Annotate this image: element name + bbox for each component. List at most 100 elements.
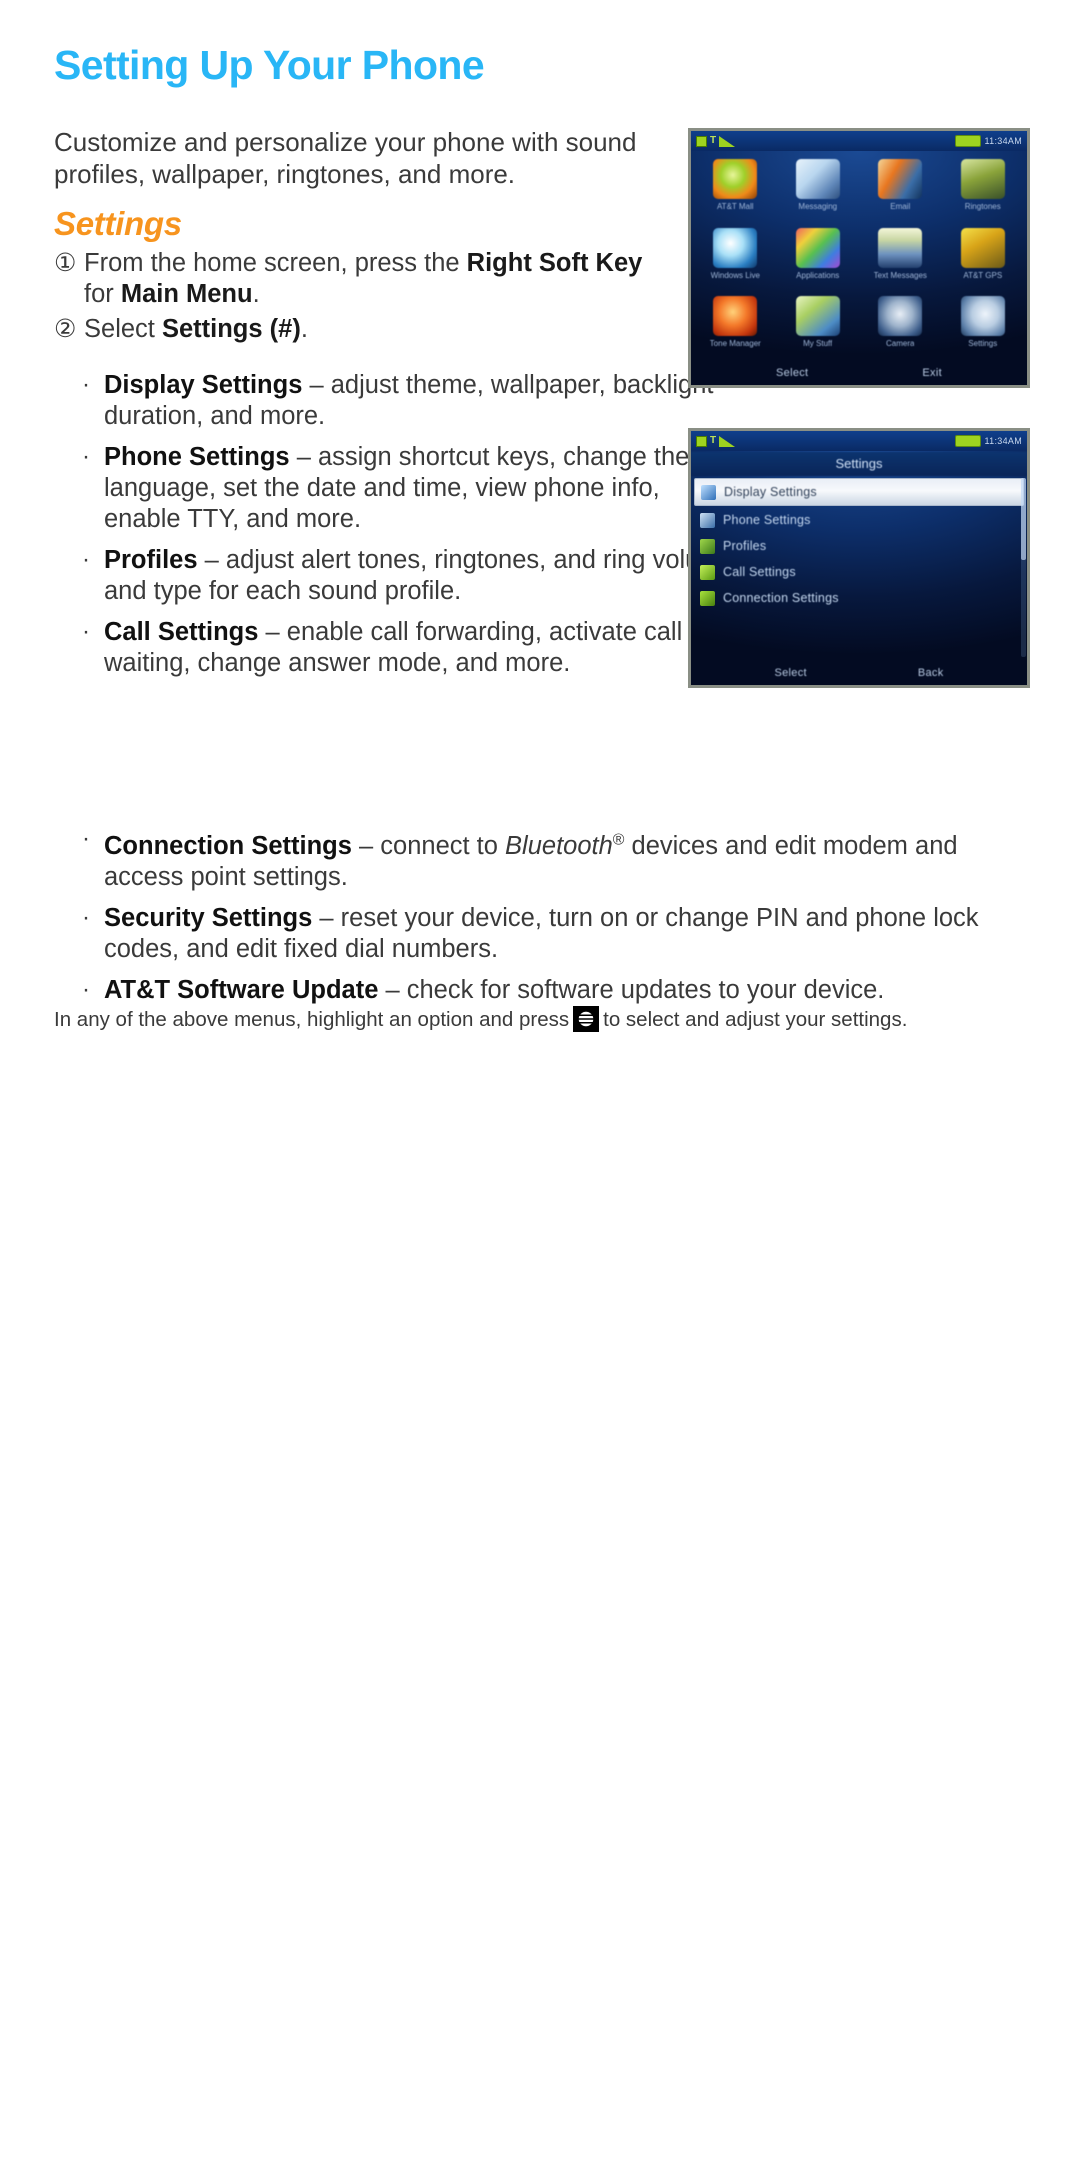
settings-row-label: Call Settings [723, 565, 796, 579]
tile-icon [795, 227, 840, 268]
step-item: ① From the home screen, press the Right … [54, 248, 664, 310]
soft-key-right[interactable]: Exit [922, 367, 942, 379]
bullet-text: Phone Settings – assign shortcut keys, c… [104, 443, 690, 533]
bullet-marker: · [82, 825, 90, 852]
soft-key-right[interactable]: Back [918, 667, 944, 679]
bullet-marker: · [82, 975, 90, 1003]
settings-list-scrollbar[interactable] [1021, 478, 1026, 657]
settings-row-label: Profiles [723, 539, 767, 553]
soft-key-bar: Select Exit [691, 361, 1027, 385]
status-clock: 11:34AM [984, 436, 1022, 446]
settings-row-phone-settings[interactable]: Phone Settings [694, 507, 1024, 533]
bullet-text: Display Settings – adjust theme, wallpap… [104, 371, 714, 430]
bullet-marker: · [82, 443, 90, 470]
menu-tile[interactable]: Email [860, 155, 941, 222]
settings-row-connection-settings[interactable]: Connection Settings [694, 585, 1024, 611]
page-title: Setting Up Your Phone [54, 42, 485, 88]
bullet-item-connection-settings: · Connection Settings – connect to Bluet… [82, 824, 1012, 893]
step-item: ② Select Settings (#). [54, 314, 664, 345]
tile-label: AT&T Mall [716, 202, 754, 211]
tile-icon [713, 159, 758, 199]
soft-key-left[interactable]: Select [776, 367, 808, 379]
bullet-marker: · [82, 546, 90, 573]
settings-row-label: Connection Settings [723, 591, 839, 605]
phone-screen-settings-menu: T 11:34AM Settings Display Settings Phon… [691, 431, 1027, 685]
main-menu-grid: AT&T Mall Messaging Email Ringtones Wind… [695, 155, 1023, 359]
phone-settings-icon [700, 512, 715, 528]
tile-label: Applications [796, 270, 840, 280]
menu-tile[interactable]: Settings [943, 292, 1024, 359]
bullet-item-profiles: · Profiles – adjust alert tones, rington… [82, 545, 742, 607]
settings-row-profiles[interactable]: Profiles [694, 533, 1024, 559]
footnote: In any of the above menus, highlight an … [54, 1006, 1044, 1034]
network-letter-icon: T [710, 435, 717, 446]
bullet-marker: · [82, 618, 90, 645]
step-marker: ② [54, 315, 77, 343]
bullet-text: Security Settings – reset your device, t… [104, 903, 979, 963]
tile-label: Ringtones [964, 202, 1001, 211]
menu-tile[interactable]: Applications [778, 224, 859, 291]
bullet-text: Profiles – adjust alert tones, ringtones… [104, 546, 735, 605]
soft-key-bar: Select Back [691, 661, 1027, 685]
menu-tile[interactable]: Camera [860, 292, 941, 359]
settings-bullet-list-narrow: · Display Settings – adjust theme, wallp… [82, 370, 742, 689]
bullet-item-att-software-update: · AT&T Software Update – check for softw… [82, 975, 1012, 1006]
bullet-text: AT&T Software Update – check for softwar… [104, 975, 885, 1004]
phone-screen-main-menu: T 11:34AM AT&T Mall Messaging Email Ring… [691, 131, 1027, 385]
profiles-icon [700, 538, 715, 554]
status-right-icons: 11:34AM [954, 135, 1022, 147]
phone-status-bar: T 11:34AM [691, 431, 1027, 451]
tile-icon [960, 296, 1005, 337]
battery-icon [954, 435, 981, 447]
phone-screenshot-settings-menu: T 11:34AM Settings Display Settings Phon… [688, 428, 1030, 688]
tile-label: Messaging [798, 202, 838, 211]
settings-row-display-settings[interactable]: Display Settings [694, 478, 1024, 506]
message-indicator-icon [696, 135, 707, 147]
menu-tile[interactable]: Ringtones [943, 155, 1024, 222]
signal-strength-icon [719, 435, 736, 447]
menu-tile[interactable]: Text Messages [860, 224, 941, 291]
bullet-text: Connection Settings – connect to Bluetoo… [104, 831, 958, 891]
tile-icon [713, 296, 758, 337]
bullet-text: Call Settings – enable call forwarding, … [104, 618, 683, 677]
tile-label: Settings [968, 339, 998, 349]
tile-label: Camera [886, 339, 915, 349]
settings-bullet-list-wide: · Connection Settings – connect to Bluet… [82, 824, 1012, 1016]
status-right-icons: 11:34AM [954, 435, 1022, 447]
connection-settings-icon [700, 590, 715, 606]
phone-status-bar: T 11:34AM [691, 131, 1027, 151]
menu-tile[interactable]: Tone Manager [695, 292, 776, 359]
scrollbar-thumb[interactable] [1021, 478, 1026, 561]
tile-label: AT&T GPS [963, 270, 1003, 280]
status-left-icons: T [696, 135, 736, 147]
menu-tile[interactable]: Messaging [778, 155, 859, 222]
bullet-marker: · [82, 371, 90, 398]
menu-tile[interactable]: AT&T Mall [695, 155, 776, 222]
tile-icon [713, 227, 758, 268]
bullet-item-security-settings: · Security Settings – reset your device,… [82, 903, 1012, 965]
menu-tile[interactable]: AT&T GPS [943, 224, 1024, 291]
numbered-steps: ① From the home screen, press the Right … [54, 248, 664, 349]
menu-tile[interactable]: Windows Live [695, 224, 776, 291]
tile-icon [878, 227, 923, 268]
settings-row-label: Display Settings [724, 485, 817, 499]
message-indicator-icon [696, 435, 707, 447]
step-text: From the home screen, press the Right So… [84, 249, 643, 308]
footnote-text-before: In any of the above menus, highlight an … [54, 1008, 570, 1031]
tile-label: My Stuff [803, 339, 833, 349]
status-left-icons: T [696, 435, 736, 447]
settings-row-call-settings[interactable]: Call Settings [694, 559, 1024, 585]
battery-icon [954, 135, 981, 147]
step-marker: ① [54, 249, 77, 277]
status-clock: 11:34AM [984, 136, 1022, 146]
tile-label: Tone Manager [709, 339, 761, 349]
tile-icon [878, 159, 923, 199]
menu-tile[interactable]: My Stuff [778, 292, 859, 359]
tile-icon [795, 159, 840, 199]
soft-key-left[interactable]: Select [774, 667, 806, 679]
intro-paragraph: Customize and personalize your phone wit… [54, 127, 637, 189]
tile-label: Windows Live [710, 270, 760, 280]
screen-title: Settings [691, 452, 1027, 476]
display-settings-icon [701, 484, 716, 500]
bullet-item-display-settings: · Display Settings – adjust theme, wallp… [82, 370, 742, 432]
